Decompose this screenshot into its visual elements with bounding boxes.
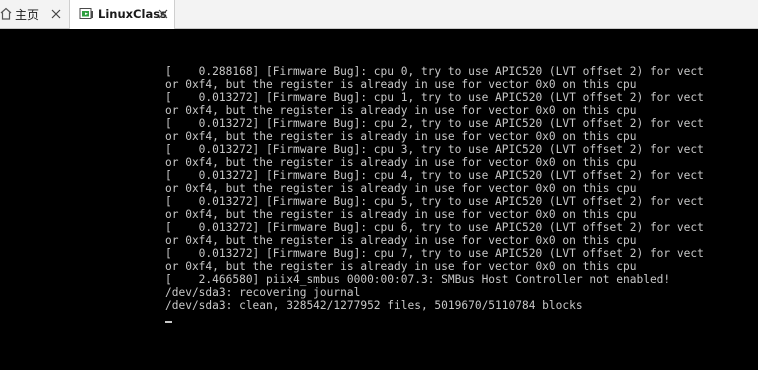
console-line: [ 0.013272] [Firmware Bug]: cpu 2, try t… [165, 117, 704, 130]
tab-bar: 主页 LinuxClass [0, 0, 758, 29]
console-line: [ 2.466580] piix4_smbus 0000:00:07.3: SM… [165, 273, 671, 286]
vm-icon [79, 8, 93, 19]
console-line: [ 0.013272] [Firmware Bug]: cpu 4, try t… [165, 169, 704, 182]
boot-log: [ 0.288168] [Firmware Bug]: cpu 0, try t… [165, 65, 704, 312]
home-icon [0, 7, 12, 20]
vm-console[interactable]: [ 0.288168] [Firmware Bug]: cpu 0, try t… [0, 29, 758, 370]
console-line: or 0xf4, but the register is already in … [165, 260, 637, 273]
text-cursor [165, 321, 172, 323]
tab-home[interactable]: 主页 [0, 0, 68, 28]
console-line: /dev/sda3: recovering journal [165, 286, 361, 299]
close-icon[interactable] [158, 9, 168, 19]
console-line: or 0xf4, but the register is already in … [165, 130, 637, 143]
console-line: /dev/sda3: clean, 328542/1277952 files, … [165, 299, 583, 312]
vm-window: 主页 LinuxClass [ 0.288168] [Firmware Bug]… [0, 0, 758, 370]
tab-linuxclass[interactable]: LinuxClass [69, 0, 175, 29]
console-line: [ 0.013272] [Firmware Bug]: cpu 3, try t… [165, 143, 704, 156]
console-line: [ 0.013272] [Firmware Bug]: cpu 5, try t… [165, 195, 704, 208]
console-line: [ 0.013272] [Firmware Bug]: cpu 7, try t… [165, 247, 704, 260]
console-line: or 0xf4, but the register is already in … [165, 104, 637, 117]
console-line: [ 0.013272] [Firmware Bug]: cpu 1, try t… [165, 91, 704, 104]
tab-linuxclass-label: LinuxClass [98, 7, 167, 21]
console-line: or 0xf4, but the register is already in … [165, 182, 637, 195]
console-line: or 0xf4, but the register is already in … [165, 208, 637, 221]
console-line: or 0xf4, but the register is already in … [165, 78, 637, 91]
console-line: or 0xf4, but the register is already in … [165, 234, 637, 247]
close-icon[interactable] [51, 9, 61, 19]
console-line: [ 0.013272] [Firmware Bug]: cpu 6, try t… [165, 221, 704, 234]
tab-home-label: 主页 [15, 8, 40, 22]
console-line: or 0xf4, but the register is already in … [165, 156, 637, 169]
console-line: [ 0.288168] [Firmware Bug]: cpu 0, try t… [165, 65, 704, 78]
